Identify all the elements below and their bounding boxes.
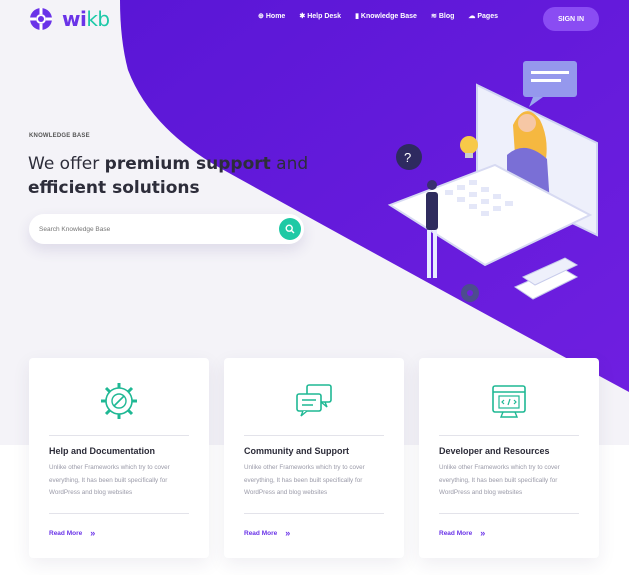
- card-divider: [244, 435, 384, 436]
- hero-eyebrow: KNOWLEDGE BASE: [29, 133, 90, 139]
- double-chevron-right-icon: »: [285, 528, 291, 538]
- book-icon: ▮: [355, 13, 359, 20]
- double-chevron-right-icon: »: [90, 528, 96, 538]
- read-more-link[interactable]: Read More»: [244, 528, 290, 538]
- code-window-icon: [492, 385, 526, 418]
- globe-icon: ⊕: [258, 13, 264, 20]
- main-nav: ⊕ Home ✱ Help Desk ▮ Knowledge Base ≋ Blog ☁…: [258, 12, 498, 21]
- logo-text: wikb: [62, 7, 110, 31]
- nav-blog[interactable]: ≋ Blog: [430, 12, 454, 21]
- asterisk-icon: ✱: [299, 13, 306, 20]
- card-description: Unlike other Frameworks which try to cov…: [49, 464, 170, 496]
- chat-icon: ☁: [468, 13, 476, 20]
- search-icon: [285, 224, 295, 234]
- chat-bubbles-icon: [296, 384, 332, 417]
- card-description: Unlike other Frameworks which try to cov…: [244, 464, 365, 496]
- sign-in-button[interactable]: SIGN IN: [543, 7, 599, 31]
- nav-pages[interactable]: ☁ Pages: [468, 12, 498, 21]
- nav-knowledge-base[interactable]: ▮ Knowledge Base: [355, 12, 417, 21]
- search-button[interactable]: [279, 218, 301, 240]
- nav-home[interactable]: ⊕ Home: [258, 12, 285, 21]
- read-more-link[interactable]: Read More»: [439, 528, 485, 538]
- nav-help-desk[interactable]: ✱ Help Desk: [299, 12, 341, 21]
- card-title: Help and Documentation: [49, 446, 156, 456]
- support-illustration: ?: [387, 61, 598, 302]
- rss-icon: ≋: [430, 13, 437, 20]
- lifebuoy-logo-icon: [30, 8, 52, 30]
- card-title: Developer and Resources: [439, 446, 550, 456]
- hero-headline: We offer premium support and efficient s…: [28, 154, 309, 198]
- read-more-link[interactable]: Read More»: [49, 528, 95, 538]
- svg-text:?: ?: [404, 150, 411, 165]
- card-description: Unlike other Frameworks which try to cov…: [439, 464, 560, 496]
- logo[interactable]: wikb: [28, 6, 110, 32]
- card-divider: [49, 513, 189, 514]
- card-title: Community and Support: [244, 446, 349, 456]
- card-divider: [49, 435, 189, 436]
- double-chevron-right-icon: »: [480, 528, 486, 538]
- card-developer-resources: Developer and Resources Unlike other Fra…: [419, 358, 599, 558]
- card-divider: [439, 513, 579, 514]
- search-bar: [29, 214, 304, 244]
- gear-wrench-icon: [101, 383, 137, 419]
- search-input[interactable]: [39, 222, 269, 236]
- card-help-documentation: Help and Documentation Unlike other Fram…: [29, 358, 209, 558]
- card-divider: [244, 513, 384, 514]
- card-community-support: Community and Support Unlike other Frame…: [224, 358, 404, 558]
- card-divider: [439, 435, 579, 436]
